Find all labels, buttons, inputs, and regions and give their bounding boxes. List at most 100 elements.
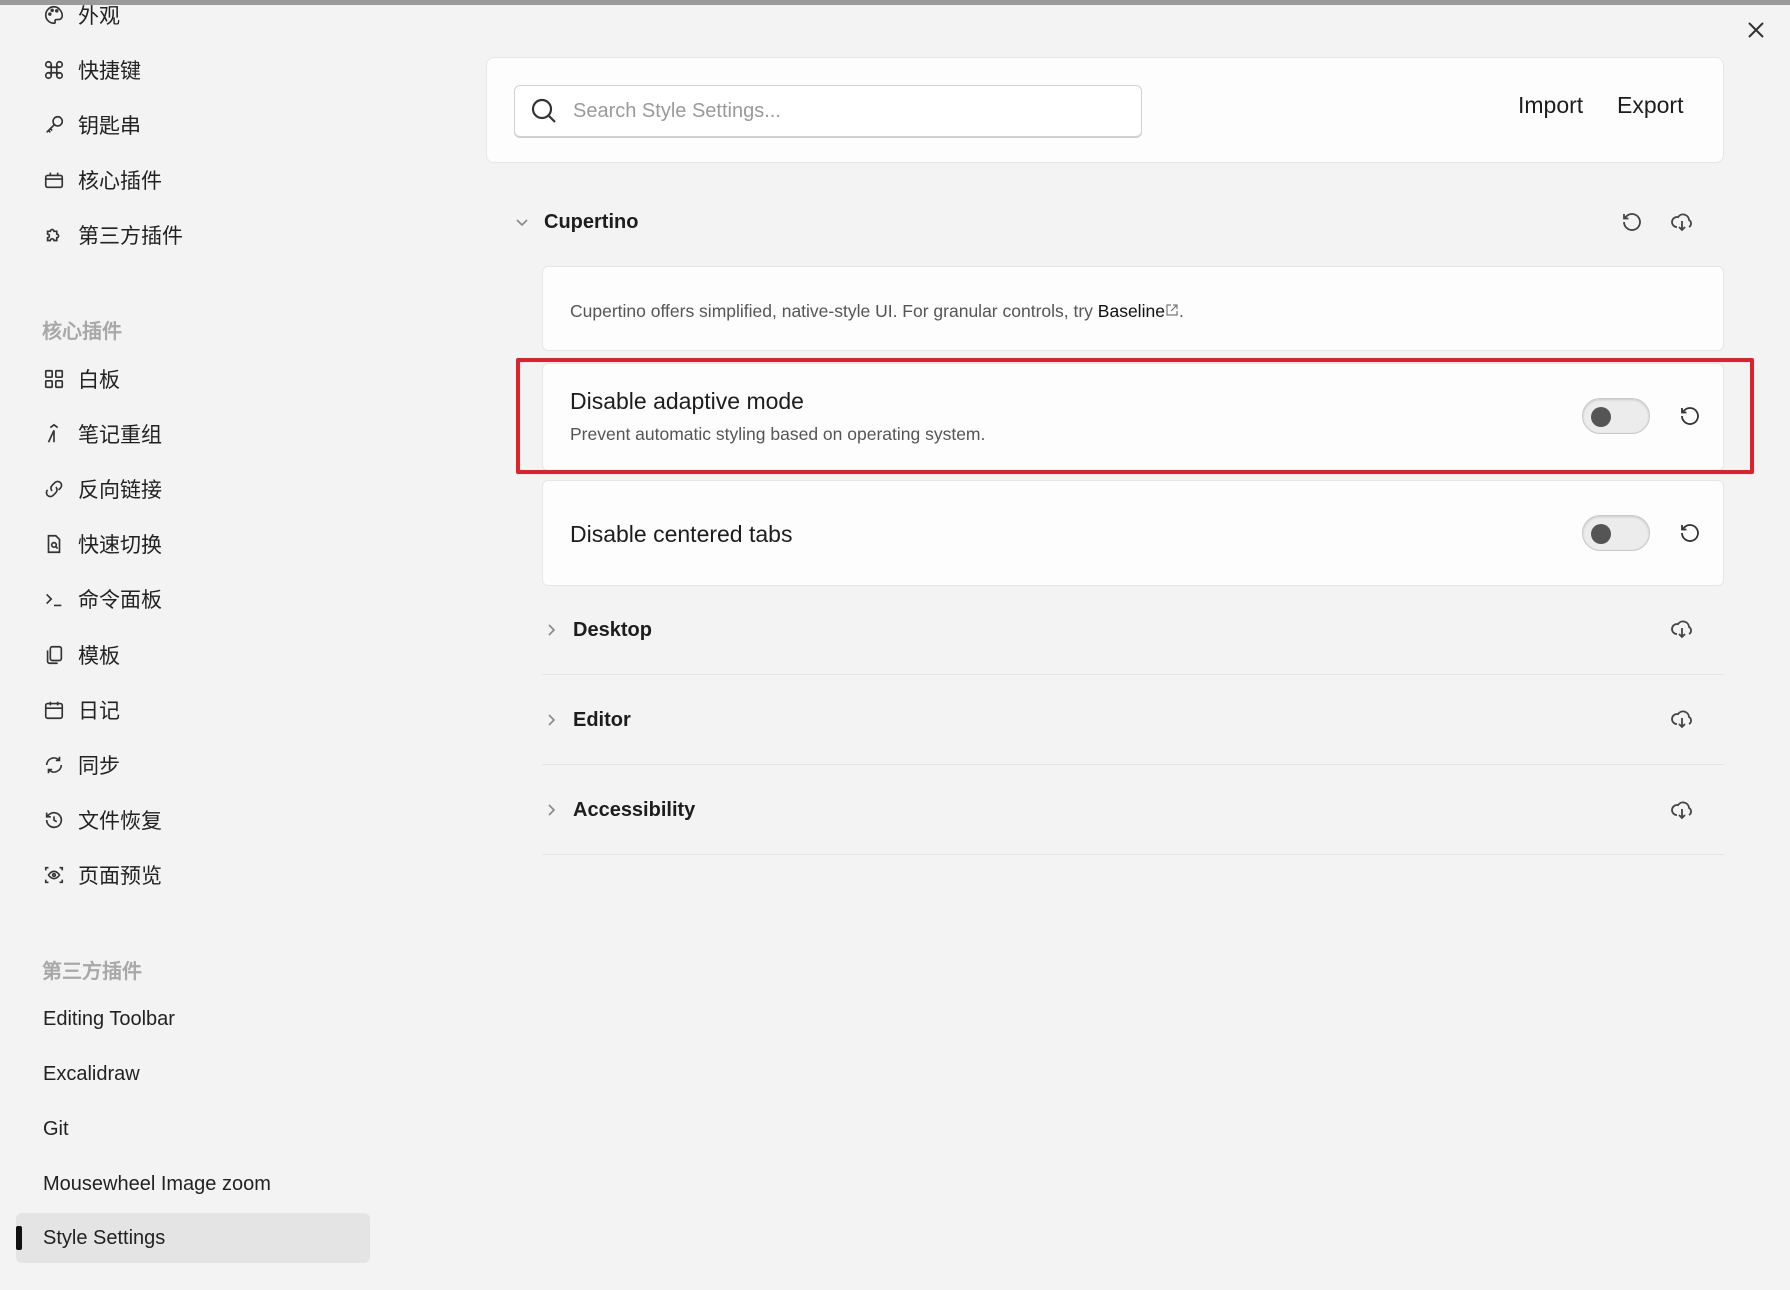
calendar-icon [42, 698, 66, 722]
external-link-icon [1166, 304, 1178, 316]
community-plugins-header: 第三方插件 [42, 961, 142, 983]
search-field[interactable] [514, 85, 1142, 137]
group-title: Editor [573, 708, 631, 731]
settings-sidebar: 外观 快捷键 钥匙串 核心插件 第三方插件 核心插件 白板 笔记重组 反向链接 … [0, 0, 390, 1290]
sidebar-item-editing-toolbar[interactable]: Editing Toolbar [16, 994, 370, 1044]
search-input[interactable] [573, 99, 1113, 123]
cloud-download-icon [1671, 620, 1692, 639]
sidebar-item-sync[interactable]: 同步 [16, 740, 370, 790]
grid-icon [42, 367, 66, 391]
close-icon [1748, 22, 1764, 38]
sidebar-item-label: 日记 [78, 700, 120, 723]
group-header-editor[interactable]: Editor [541, 700, 631, 740]
sidebar-item-label: 第三方插件 [78, 225, 183, 248]
group-header-cupertino[interactable]: Cupertino [512, 202, 638, 242]
sidebar-item-style-settings[interactable]: Style Settings [16, 1213, 370, 1263]
sidebar-item-label: Style Settings [43, 1226, 166, 1249]
group-divider [542, 764, 1724, 765]
preview-icon [42, 863, 66, 887]
chevron-right-icon [541, 620, 561, 640]
sidebar-item-daily-notes[interactable]: 日记 [16, 685, 370, 735]
key-icon [42, 113, 66, 137]
sidebar-item-canvas[interactable]: 白板 [16, 354, 370, 404]
sidebar-item-git[interactable]: Git [16, 1104, 370, 1154]
core-plugins-header: 核心插件 [42, 321, 122, 343]
sidebar-item-keychain[interactable]: 钥匙串 [16, 100, 370, 150]
chevron-down-icon [512, 212, 532, 232]
merge-icon [42, 422, 66, 446]
export-group-button[interactable] [1667, 704, 1697, 734]
sidebar-item-label: 笔记重组 [78, 424, 162, 447]
palette-icon [42, 3, 66, 27]
import-button[interactable]: Import [1518, 92, 1583, 119]
sidebar-item-label: 钥匙串 [78, 115, 141, 138]
group-divider [542, 674, 1724, 675]
backlink-icon [42, 477, 66, 501]
export-button[interactable]: Export [1617, 92, 1683, 119]
sidebar-item-label: 页面预览 [78, 865, 162, 888]
puzzle-icon [42, 223, 66, 247]
sidebar-item-mousewheel-image-zoom[interactable]: Mousewheel Image zoom [16, 1159, 370, 1209]
sidebar-item-label: 白板 [78, 369, 120, 392]
setting-disable-centered-tabs: Disable centered tabs [542, 480, 1724, 586]
search-toolbar: Import Export [486, 57, 1724, 163]
sidebar-item-label: Mousewheel Image zoom [43, 1172, 271, 1195]
export-group-button[interactable] [1667, 795, 1697, 825]
reset-icon [1623, 213, 1641, 231]
sidebar-item-templates[interactable]: 模板 [16, 630, 370, 680]
export-group-button[interactable] [1667, 614, 1697, 644]
sidebar-item-command-palette[interactable]: 命令面板 [16, 574, 370, 624]
sidebar-item-label: 命令面板 [78, 589, 162, 612]
group-header-accessibility[interactable]: Accessibility [541, 790, 695, 830]
terminal-icon [42, 587, 66, 611]
sidebar-item-excalidraw[interactable]: Excalidraw [16, 1049, 370, 1099]
close-button[interactable] [1744, 18, 1768, 42]
setting-title: Disable centered tabs [570, 521, 793, 547]
sidebar-item-label: 外观 [78, 5, 120, 28]
group-header-desktop[interactable]: Desktop [541, 610, 652, 650]
sidebar-item-backlinks[interactable]: 反向链接 [16, 464, 370, 514]
sidebar-item-label: 核心插件 [78, 170, 162, 193]
cloud-download-icon [1671, 801, 1692, 820]
cloud-download-icon [1671, 213, 1692, 232]
sidebar-item-label: Git [43, 1117, 69, 1140]
description-end: . [1178, 301, 1184, 321]
group-description: Cupertino offers simplified, native-styl… [570, 301, 1184, 322]
group-title: Cupertino [544, 210, 639, 233]
disable-centered-tabs-toggle[interactable] [1582, 515, 1650, 551]
sidebar-item-file-recovery[interactable]: 文件恢复 [16, 795, 370, 845]
sidebar-item-hotkeys[interactable]: 快捷键 [16, 45, 370, 95]
sidebar-item-label: 快捷键 [78, 60, 141, 83]
description-text: Cupertino offers simplified, native-styl… [570, 301, 1098, 321]
sidebar-item-label: 反向链接 [78, 479, 162, 502]
sidebar-item-label: Excalidraw [43, 1062, 140, 1085]
search-icon [529, 96, 559, 126]
reset-setting-button[interactable] [1675, 518, 1705, 548]
plug-icon [42, 168, 66, 192]
copy-icon [42, 643, 66, 667]
export-group-button[interactable] [1667, 207, 1697, 237]
toggle-knob [1591, 524, 1611, 544]
group-title: Desktop [573, 618, 652, 641]
sidebar-item-core-plugins[interactable]: 核心插件 [16, 155, 370, 205]
reset-group-button[interactable] [1617, 207, 1647, 237]
cloud-download-icon [1671, 710, 1692, 729]
baseline-link[interactable]: Baseline [1098, 301, 1165, 321]
sidebar-item-quick-switcher[interactable]: 快速切换 [16, 519, 370, 569]
sidebar-item-label: Editing Toolbar [43, 1007, 175, 1030]
command-icon [42, 58, 66, 82]
history-icon [42, 808, 66, 832]
sidebar-item-label: 模板 [78, 645, 120, 668]
sidebar-item-community-plugins[interactable]: 第三方插件 [16, 210, 370, 260]
sidebar-item-appearance[interactable]: 外观 [16, 0, 370, 40]
group-title: Accessibility [573, 798, 696, 821]
reset-icon [1681, 524, 1699, 542]
sync-icon [42, 753, 66, 777]
sidebar-item-label: 文件恢复 [78, 810, 162, 833]
chevron-right-icon [541, 800, 561, 820]
chevron-right-icon [541, 710, 561, 730]
sidebar-item-page-preview[interactable]: 页面预览 [16, 850, 370, 900]
group-divider [542, 854, 1724, 855]
sidebar-item-label: 同步 [78, 755, 120, 778]
sidebar-item-note-composer[interactable]: 笔记重组 [16, 409, 370, 459]
